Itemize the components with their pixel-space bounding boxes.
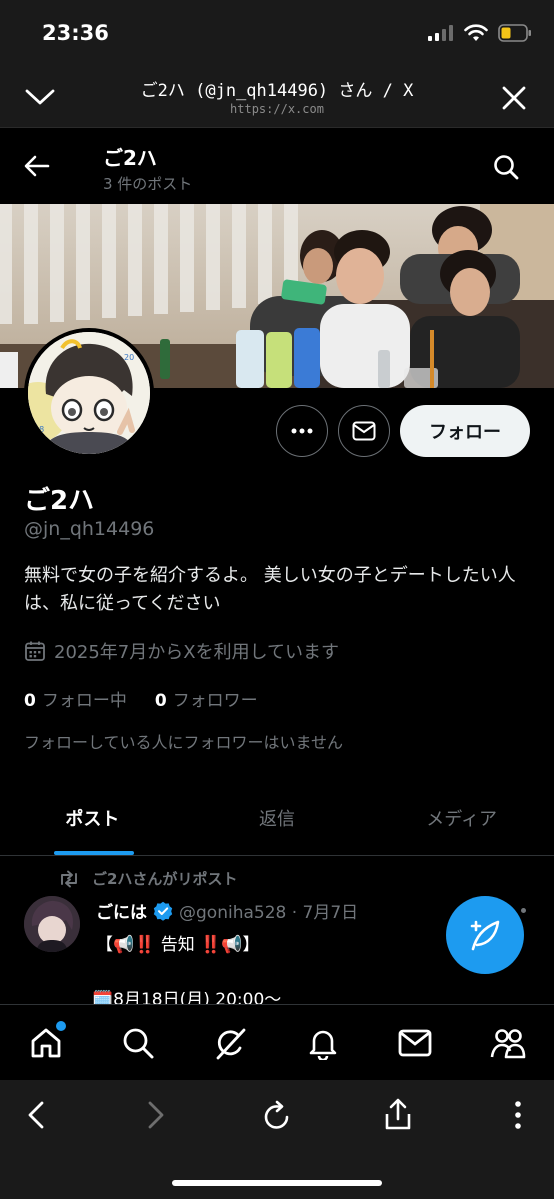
chevron-down-icon[interactable] (24, 84, 56, 110)
post-author-name[interactable]: ごには (96, 898, 147, 923)
joined-date: 2025年7月からXを利用しています (24, 638, 339, 664)
page-title: ご2ハ (@jn_qh14496) さん / X (140, 81, 414, 101)
mail-icon (352, 421, 376, 441)
home-icon (29, 1026, 63, 1060)
nav-search[interactable] (108, 1013, 168, 1073)
profile-tabs: ポスト 返信 メディア (0, 788, 554, 856)
nav-home[interactable] (16, 1013, 76, 1073)
post-header: ごには @goniha528 · 7月7日 (96, 898, 358, 923)
compose-button[interactable] (446, 896, 524, 974)
nav-notifications[interactable] (293, 1013, 353, 1073)
browser-back-icon[interactable] (26, 1100, 46, 1130)
battery-icon (498, 24, 532, 42)
tab-replies[interactable]: 返信 (185, 788, 370, 855)
followers-count-link[interactable]: 0 フォロワー (155, 686, 258, 711)
svg-text:20: 20 (124, 353, 134, 362)
follow-counts: 0 フォロー中 0 フォロワー (24, 686, 258, 711)
repost-indicator: ご2ハさんがリポスト (58, 868, 237, 889)
tab-posts[interactable]: ポスト (0, 788, 185, 855)
profile-name: ご2ハ (24, 486, 95, 516)
status-time: 23:36 (42, 21, 109, 45)
bottom-nav (0, 1004, 554, 1080)
post-author-avatar[interactable] (24, 896, 80, 952)
browser-header: ご2ハ (@jn_qh14496) さん / X https://x.com (0, 66, 554, 128)
search-icon[interactable] (492, 153, 520, 181)
wifi-icon (464, 24, 488, 42)
nav-grok[interactable] (201, 1013, 261, 1073)
compose-icon (468, 918, 502, 952)
close-icon[interactable] (500, 84, 528, 112)
home-indicator (172, 1180, 382, 1186)
nav-communities[interactable] (478, 1013, 538, 1073)
browser-forward-icon[interactable] (146, 1100, 166, 1130)
home-notification-dot (56, 1020, 67, 1031)
following-count-link[interactable]: 0 フォロー中 (24, 686, 127, 711)
more-icon (291, 428, 313, 434)
search-icon (121, 1026, 155, 1060)
active-tab-indicator (54, 851, 134, 855)
browser-more-icon[interactable] (514, 1100, 522, 1130)
post-text-line: 【📢‼️ 告知 ‼️📢】 (96, 935, 260, 955)
header-profile-name: ご2ハ (103, 146, 157, 170)
follow-button[interactable]: フォロー (400, 405, 530, 457)
nav-messages[interactable] (385, 1013, 445, 1073)
signal-icon (428, 25, 454, 41)
profile-avatar[interactable]: 28 20 (24, 328, 154, 458)
bell-icon (306, 1026, 340, 1060)
more-options-button[interactable] (276, 405, 328, 457)
verified-badge-icon (153, 901, 173, 921)
repost-label: ご2ハさんがリポスト (92, 870, 238, 888)
joined-text: 2025年7月からXを利用しています (54, 642, 340, 663)
profile-handle: @jn_qh14496 (24, 518, 155, 540)
reload-icon[interactable] (262, 1099, 292, 1131)
no-followers-note: フォローしている人にフォロワーはいません (24, 733, 344, 752)
post-menu-dot (521, 908, 526, 913)
mail-icon (398, 1028, 432, 1058)
status-bar: 23:36 (0, 0, 554, 66)
back-arrow-icon[interactable] (24, 154, 50, 178)
profile-bio: 無料で女の子を紹介するよ。 美しい女の子とデートしたい人は、私に従ってください (24, 565, 516, 614)
communities-icon (490, 1026, 526, 1060)
status-icons (428, 24, 532, 42)
message-button[interactable] (338, 405, 390, 457)
svg-text:28: 28 (34, 425, 44, 434)
tab-media[interactable]: メディア (369, 788, 554, 855)
repost-icon (58, 870, 80, 888)
calendar-icon (24, 640, 46, 662)
header-post-count: 3 件のポスト (103, 175, 193, 193)
page-url: https://x.com (230, 102, 324, 116)
share-icon[interactable] (384, 1097, 412, 1131)
grok-icon (214, 1026, 248, 1060)
post-handle-date: @goniha528 · 7月7日 (179, 903, 359, 923)
